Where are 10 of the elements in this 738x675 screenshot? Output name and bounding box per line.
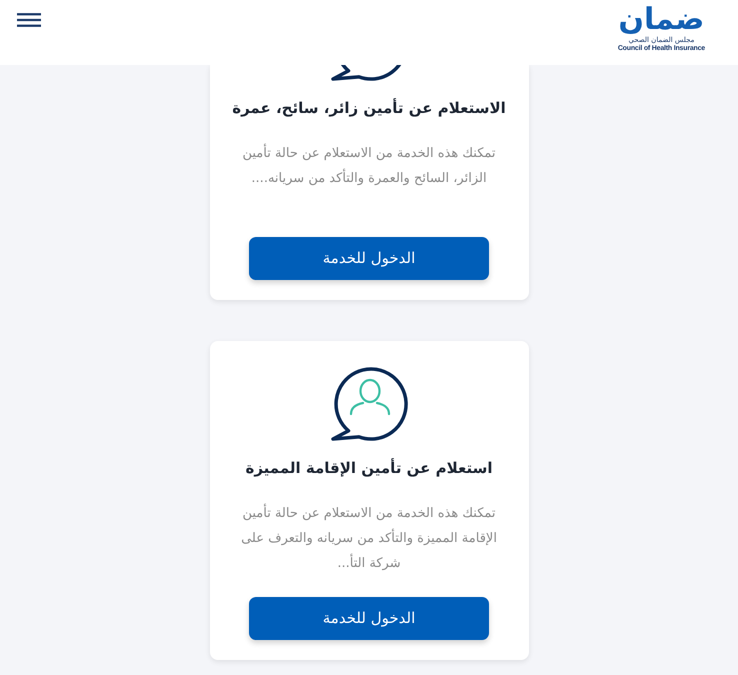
service-description: تمكنك هذه الخدمة من الاستعلام عن حالة تأمين الزائر، السائح والعمرة والتأكد من سريانه.... [236, 141, 502, 216]
logo-wordmark[interactable]: ضمان [618, 3, 704, 36]
person-speech-bubble-icon [329, 366, 409, 442]
menu-icon [17, 13, 41, 27]
service-title: الاستعلام عن تأمين زائر، سائح، عمرة [232, 97, 506, 119]
menu-button[interactable] [16, 11, 42, 29]
enter-service-button[interactable]: الدخول للخدمة [249, 237, 489, 280]
enter-service-button[interactable]: الدخول للخدمة [249, 597, 489, 640]
service-description: تمكنك هذه الخدمة من الاستعلام عن حالة تأمين الإقامة المميزة والتأكد من سريانه والتعرف على شركة التأ... [236, 501, 502, 576]
service-title: استعلام عن تأمين الإقامة المميزة [245, 457, 493, 479]
